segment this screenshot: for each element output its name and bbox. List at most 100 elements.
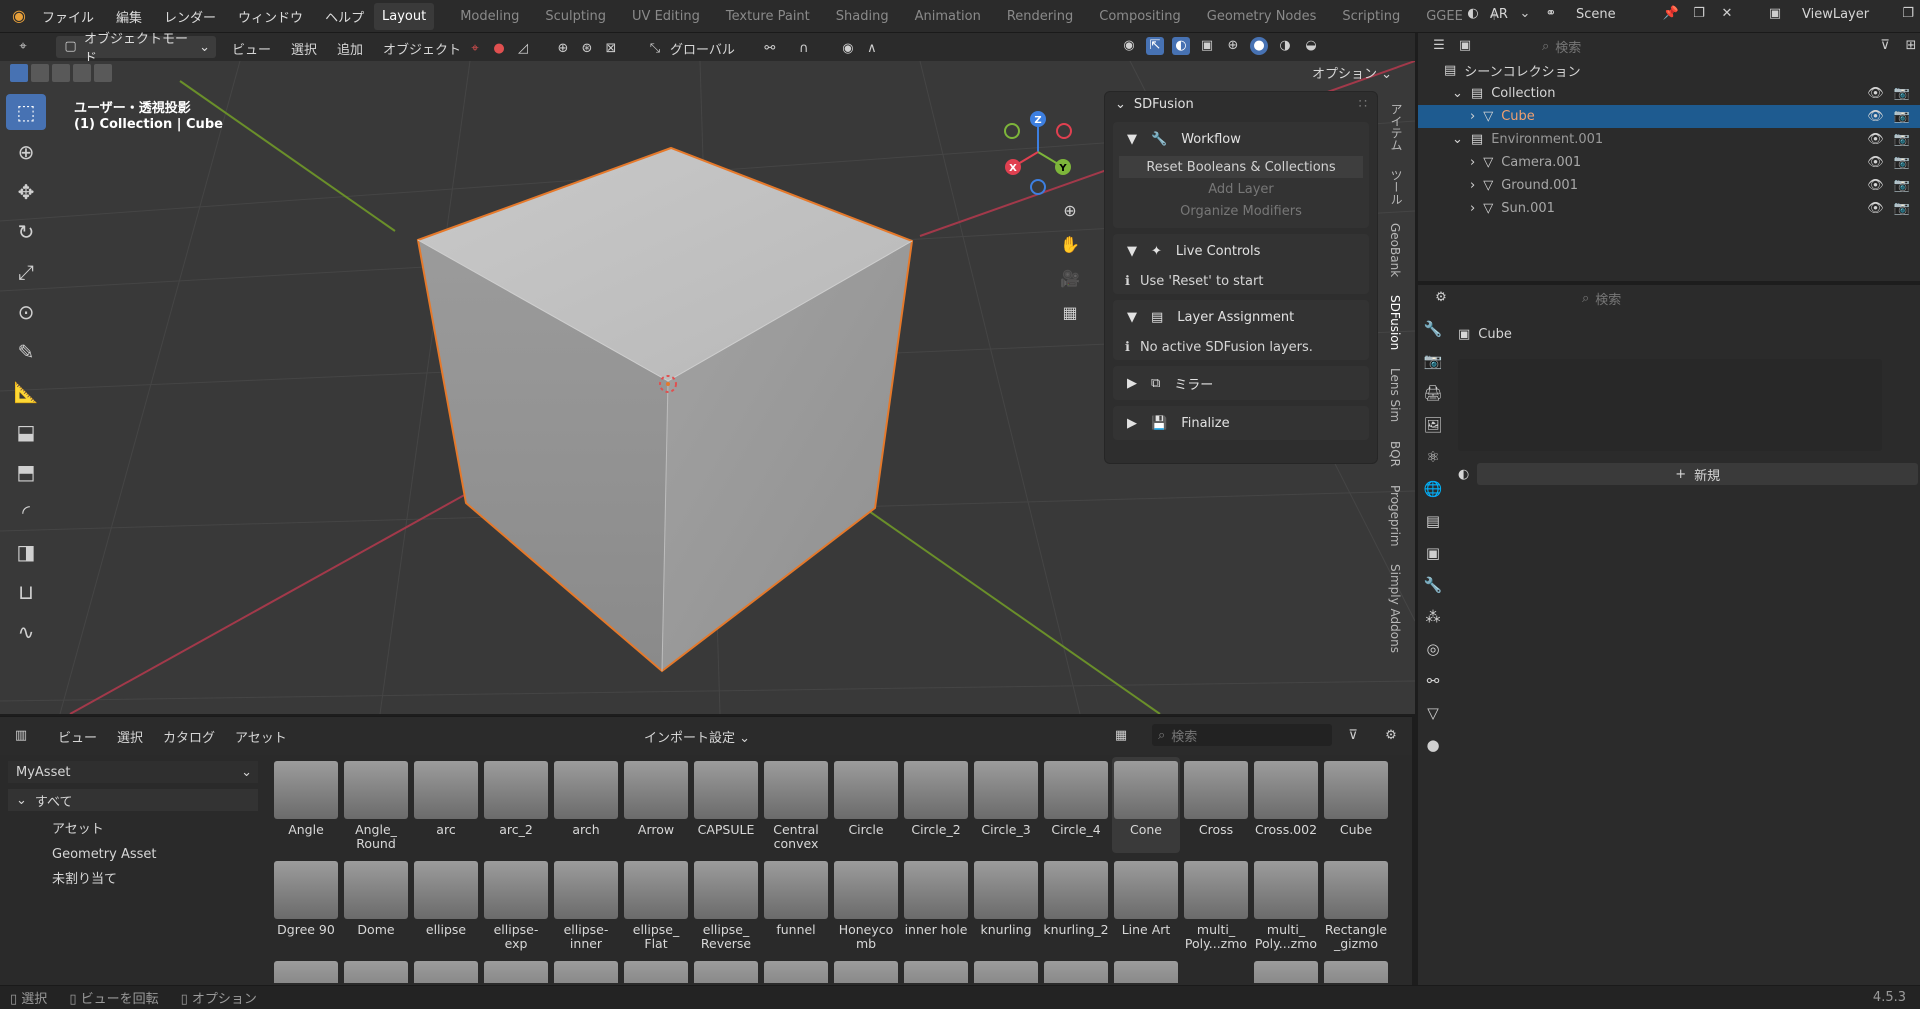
asset-tile[interactable]: ellipse- inner (552, 857, 620, 953)
material-slot-list[interactable] (1458, 359, 1882, 451)
outliner-row[interactable]: ⌄ ▤ Environment.001 👁 📷 (1418, 128, 1920, 151)
extra-tool-icon[interactable]: ⬒ (6, 454, 46, 490)
tab-scripting[interactable]: Scripting (1342, 9, 1400, 24)
magnet-icon[interactable]: ∩ (795, 40, 813, 58)
pivot-icon[interactable]: ⊛ (578, 40, 596, 58)
asset-tile[interactable]: multi_ Poly...zmo (1252, 857, 1320, 953)
menu-render[interactable]: レンダー (164, 7, 216, 26)
asset-tile[interactable]: arc (412, 757, 480, 853)
scale-tool-icon[interactable]: ⤢ (6, 254, 46, 290)
layer-header[interactable]: ▼ ▤ Layer Assignment (1113, 300, 1369, 334)
tab-bqr[interactable]: BQR (1388, 441, 1402, 467)
render-camera-icon[interactable]: 📷 (1894, 201, 1910, 216)
tab-progeprim[interactable]: Progeprim (1388, 485, 1402, 547)
outliner-row[interactable]: › ▽ Camera.001 👁 📷 (1418, 151, 1920, 174)
modifier-tab-icon[interactable]: 🔧 (1418, 571, 1448, 599)
expand-icon[interactable]: › (1470, 109, 1475, 124)
asset-tile[interactable]: Honeyco mb (832, 857, 900, 953)
tab-layout[interactable]: Layout (374, 3, 435, 30)
props-editor-icon[interactable]: ⚙ (1432, 289, 1450, 307)
catalog-item-geometry[interactable]: Geometry Asset (52, 842, 266, 867)
tab-item[interactable]: アイテム (1388, 103, 1405, 151)
tab-lens-sim[interactable]: Lens Sim (1388, 368, 1402, 422)
outliner-search-input[interactable]: ⌕ 検索 (1542, 37, 1682, 56)
xray-icon[interactable]: ▣ (1198, 37, 1216, 55)
expand-icon[interactable]: › (1470, 178, 1475, 193)
tab-rendering[interactable]: Rendering (1007, 9, 1073, 24)
new-collection-icon[interactable]: ⊞ (1902, 37, 1920, 55)
menu-window[interactable]: ウィンドウ (238, 7, 303, 26)
new-material-button[interactable]: + 新規 (1477, 463, 1918, 485)
scene-tab-icon[interactable]: ⚛ (1418, 443, 1448, 471)
menu-object[interactable]: オブジェクト (383, 39, 461, 58)
catalog-item-assets[interactable]: アセット (52, 817, 266, 842)
viewlayer-icon[interactable]: ▣ (1766, 5, 1784, 23)
asset-tile[interactable] (1042, 957, 1110, 983)
world-tab-icon[interactable]: 🌐 (1418, 475, 1448, 503)
scene-collection-row[interactable]: ▤ シーンコレクション (1418, 59, 1920, 82)
reset-button[interactable]: Reset Booleans & Collections (1119, 156, 1363, 178)
stamp-tool-icon[interactable]: ⊔ (6, 574, 46, 610)
tab-uv-editing[interactable]: UV Editing (632, 9, 700, 24)
asset-tile[interactable]: ellipse_ Flat (622, 857, 690, 953)
asset-tile[interactable] (482, 957, 550, 983)
tool-settings-icon[interactable]: ◿ (514, 40, 532, 58)
collection-tab-icon[interactable]: ▤ (1418, 507, 1448, 535)
render-camera-icon[interactable]: 📷 (1894, 178, 1910, 193)
asset-tile[interactable]: Circle_3 (972, 757, 1040, 853)
asset-tile[interactable] (832, 957, 900, 983)
asset-tile[interactable]: multi_ Poly...zmo (1182, 857, 1250, 953)
finalize-header[interactable]: ▶ 💾 Finalize (1113, 406, 1369, 440)
import-settings-dropdown[interactable]: インポート設定 ⌄ (644, 727, 750, 746)
tab-tool[interactable]: ツール (1388, 169, 1405, 205)
asset-menu-catalog[interactable]: カタログ (163, 727, 215, 746)
zoom-icon[interactable]: ⊕ (1058, 194, 1082, 228)
script-tool-icon[interactable]: ∿ (6, 614, 46, 650)
tab-sculpting[interactable]: Sculpting (545, 9, 606, 24)
asset-tile[interactable] (272, 957, 340, 983)
physics-tab-icon[interactable]: ◎ (1418, 635, 1448, 663)
material-shading-icon[interactable]: ◑ (1276, 37, 1294, 55)
render-camera-icon[interactable]: 📷 (1894, 109, 1910, 124)
solid-shading-icon[interactable]: ● (1250, 37, 1268, 55)
asset-search-input[interactable]: ⌕ 検索 (1152, 724, 1332, 746)
menu-file[interactable]: ファイル (42, 7, 94, 26)
menu-edit[interactable]: 編集 (116, 7, 142, 26)
delete-scene-icon[interactable]: ✕ (1718, 5, 1736, 23)
asset-tile[interactable] (692, 957, 760, 983)
asset-tile[interactable]: Circle_2 (902, 757, 970, 853)
asset-tile[interactable] (552, 957, 620, 983)
menu-add[interactable]: 追加 (337, 39, 363, 58)
render-tab-icon[interactable]: 📷 (1418, 347, 1448, 375)
asset-tile[interactable]: Central convex (762, 757, 830, 853)
asset-tile[interactable]: inner hole (902, 857, 970, 953)
tab-geometry-nodes[interactable]: Geometry Nodes (1207, 9, 1317, 24)
asset-tile[interactable]: Cross.002 (1252, 757, 1320, 853)
drag-handle-icon[interactable]: ∷ (1359, 97, 1367, 112)
tab-sdfusion[interactable]: SDFusion (1388, 295, 1402, 350)
transform-tool-icon[interactable]: ⊙ (6, 294, 46, 330)
filter-icon[interactable]: ⊽ (1876, 37, 1894, 55)
menu-view[interactable]: ビュー (232, 39, 271, 58)
link-icon[interactable]: ⚯ (761, 40, 779, 58)
menu-select[interactable]: 選択 (291, 39, 317, 58)
asset-tile[interactable]: arch (552, 757, 620, 853)
add-cube-tool-icon[interactable]: ⬓ (6, 414, 46, 450)
live-controls-header[interactable]: ▼ ✦ Live Controls (1113, 234, 1369, 268)
eye-icon[interactable]: 👁 (1867, 155, 1884, 170)
curve-tool-icon[interactable]: ◜ (6, 494, 46, 530)
asset-tile[interactable]: Line Art (1112, 857, 1180, 953)
expand-icon[interactable]: › (1470, 155, 1475, 170)
ar-label[interactable]: AR (1490, 7, 1508, 22)
library-selector[interactable]: MyAsset ⌄ (8, 761, 258, 783)
transform-orientation-icon[interactable]: ⤡ (646, 40, 664, 58)
proportional-edit-icon[interactable]: ◉ (839, 40, 857, 58)
select-extend-icon[interactable] (31, 64, 49, 82)
asset-menu-select[interactable]: 選択 (117, 727, 143, 746)
tab-compositing[interactable]: Compositing (1099, 9, 1181, 24)
expand-icon[interactable]: ⌄ (1452, 132, 1463, 147)
asset-tile[interactable]: Dome (342, 857, 410, 953)
cursor-tool-icon[interactable]: ⊕ (6, 134, 46, 170)
props-search-input[interactable]: ⌕ 検索 (1582, 289, 1621, 308)
workflow-header[interactable]: ▼ 🔧 Workflow (1113, 122, 1369, 156)
